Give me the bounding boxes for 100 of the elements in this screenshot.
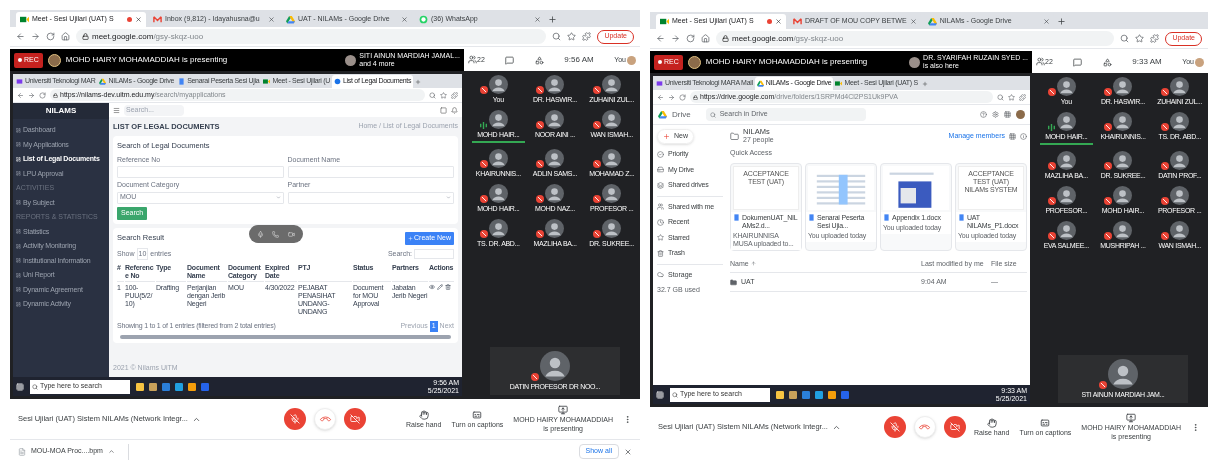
nav-icon <box>16 258 21 264</box>
avatar <box>488 148 508 168</box>
presenter-text: MOHD HAIRY MOHAMADDIAH is presenting <box>705 56 868 68</box>
avatar[interactable] <box>1016 110 1025 119</box>
start-icon[interactable] <box>16 382 24 391</box>
avatar <box>1170 77 1190 96</box>
shapes-icon[interactable] <box>1102 57 1112 67</box>
forward-icon[interactable] <box>31 32 40 41</box>
back-icon[interactable] <box>656 34 665 43</box>
star-icon[interactable] <box>567 32 577 41</box>
screenshot-thumbnail <box>883 165 949 210</box>
back-icon[interactable] <box>17 91 24 99</box>
shapes-icon[interactable] <box>534 55 544 65</box>
microphone-button[interactable] <box>884 416 906 438</box>
reload-icon[interactable] <box>46 32 55 41</box>
input-field[interactable] <box>287 166 454 178</box>
info-icon[interactable] <box>1020 132 1027 140</box>
close-icon[interactable] <box>775 18 782 25</box>
back-icon[interactable] <box>657 93 664 101</box>
star-icon[interactable] <box>1135 34 1145 43</box>
envelope-icon <box>793 17 802 26</box>
close-icon[interactable] <box>909 18 917 25</box>
home-icon[interactable] <box>61 32 70 41</box>
reload-icon[interactable] <box>686 34 695 43</box>
phone-icon[interactable] <box>272 230 280 238</box>
avatar <box>602 110 622 129</box>
close-icon[interactable] <box>401 16 408 23</box>
grid-view-icon[interactable] <box>1009 132 1016 140</box>
caret-icon <box>446 195 451 200</box>
microphone-icon[interactable] <box>257 230 265 238</box>
camera-icon[interactable] <box>287 230 295 238</box>
lock-icon <box>722 35 729 42</box>
close-icon[interactable] <box>624 447 632 456</box>
search-icon[interactable] <box>552 32 562 41</box>
trash-icon <box>657 249 664 257</box>
view-icon[interactable] <box>429 284 435 290</box>
delete-icon[interactable] <box>445 284 451 290</box>
url-field[interactable]: meet.google.com/gsy-skqz-uoo <box>76 29 547 44</box>
select-field[interactable] <box>287 191 454 204</box>
lock-icon <box>82 33 89 40</box>
puzzle-icon[interactable] <box>1150 34 1160 43</box>
avatar <box>545 218 565 238</box>
microphone-button[interactable] <box>284 408 306 430</box>
leave-call-button[interactable] <box>914 416 936 438</box>
edit-icon[interactable] <box>437 284 443 290</box>
avatar <box>1113 150 1133 170</box>
settings-icon[interactable] <box>992 111 999 118</box>
new-tab-icon[interactable] <box>548 15 557 24</box>
search-icon[interactable] <box>1120 34 1130 43</box>
close-icon[interactable] <box>534 16 541 23</box>
puzzle-icon[interactable] <box>451 91 458 99</box>
caret-icon[interactable] <box>107 448 115 455</box>
chat-icon[interactable] <box>1073 57 1083 67</box>
envelope-icon <box>153 15 162 24</box>
speaking-indicator <box>472 141 525 143</box>
people-icon[interactable] <box>468 54 477 64</box>
avatar <box>345 54 357 66</box>
chat-icon[interactable] <box>505 55 515 65</box>
nav-icon <box>16 243 21 249</box>
puzzle-icon[interactable] <box>1019 93 1026 101</box>
back-icon[interactable] <box>16 32 25 41</box>
new-tab-icon[interactable] <box>415 79 422 85</box>
leave-call-button[interactable] <box>314 408 336 430</box>
close-icon[interactable] <box>1042 18 1050 25</box>
new-tab-icon[interactable] <box>1056 17 1066 26</box>
avatar <box>1170 150 1190 170</box>
start-icon[interactable] <box>656 390 664 399</box>
more-options-icon[interactable] <box>623 414 632 424</box>
bell-icon[interactable] <box>451 106 458 114</box>
home-icon[interactable] <box>701 34 710 43</box>
hand-icon <box>986 417 997 428</box>
forward-icon[interactable] <box>668 93 675 101</box>
menu-icon[interactable] <box>113 106 120 114</box>
sort-icon[interactable] <box>750 261 756 267</box>
search-icon[interactable] <box>997 93 1004 101</box>
fullscreen-icon[interactable] <box>440 106 447 114</box>
horizontal-scrollbar[interactable] <box>120 334 451 339</box>
table-search-field[interactable] <box>414 248 454 259</box>
star-icon[interactable] <box>1008 93 1015 101</box>
puzzle-icon[interactable] <box>582 32 592 41</box>
reload-icon[interactable] <box>39 91 46 99</box>
people-icon[interactable] <box>1036 56 1045 66</box>
nav-icon <box>16 127 21 133</box>
more-options-icon[interactable] <box>1191 422 1200 432</box>
clock-icon <box>657 218 664 226</box>
camera-button[interactable] <box>944 416 966 438</box>
help-icon[interactable] <box>980 111 987 118</box>
close-icon[interactable] <box>135 16 142 23</box>
url-field[interactable]: meet.google.com/gsy-skqz-uoo <box>716 31 1115 46</box>
star-icon[interactable] <box>440 91 447 99</box>
reload-icon[interactable] <box>679 93 686 101</box>
input-field[interactable] <box>117 166 284 178</box>
search-icon[interactable] <box>429 91 436 99</box>
camera-button[interactable] <box>344 408 366 430</box>
forward-icon[interactable] <box>28 91 35 99</box>
camera-off-icon <box>950 422 960 432</box>
apps-icon[interactable] <box>1004 111 1011 118</box>
forward-icon[interactable] <box>671 34 680 43</box>
close-icon[interactable] <box>268 16 275 23</box>
new-tab-icon[interactable] <box>921 81 928 87</box>
